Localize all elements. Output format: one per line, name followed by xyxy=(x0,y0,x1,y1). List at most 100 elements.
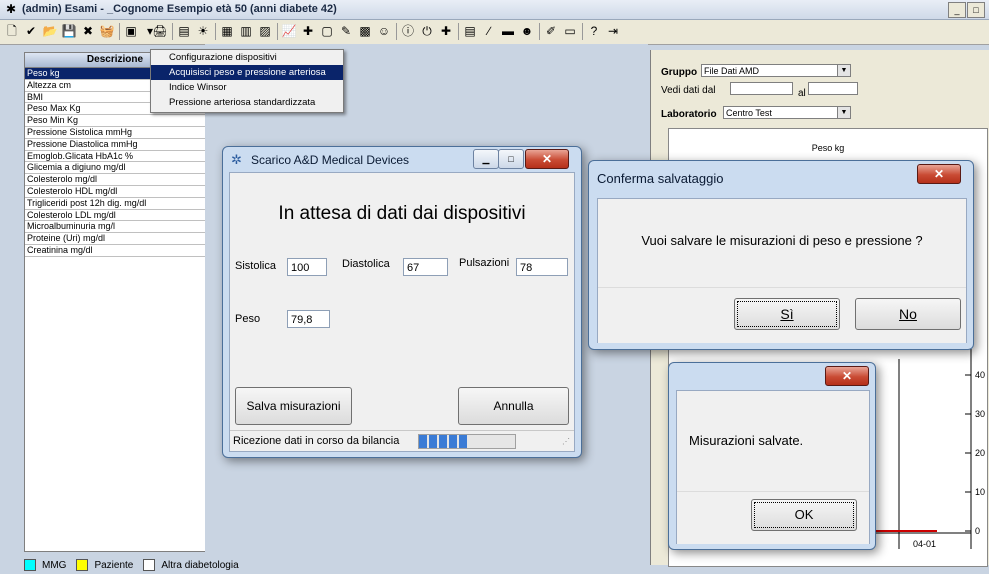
y-tick-label: 30 xyxy=(975,409,985,419)
maximize-button[interactable]: □ xyxy=(967,2,985,18)
monitor-icon[interactable]: ▭ xyxy=(562,23,578,39)
close-button[interactable]: ✕ xyxy=(525,149,569,169)
lightbulb-icon[interactable]: ☀ xyxy=(195,23,211,39)
exam-list-item[interactable]: Microalbuminuria mg/l xyxy=(25,221,205,234)
gruppo-value: File Dati AMD xyxy=(704,66,760,76)
sistolica-label: Sistolica xyxy=(235,260,276,272)
chevron-down-icon[interactable]: ▼ xyxy=(837,107,850,118)
check-icon[interactable]: ✔ xyxy=(23,23,39,39)
menu-item-acquire[interactable]: Acquisisci peso e pressione arteriosa xyxy=(151,65,343,80)
graph-icon[interactable]: 📈 xyxy=(281,23,297,39)
confirm-dialog: Conferma salvataggio ✕ Vuoi salvare le m… xyxy=(588,160,974,350)
chart-icon[interactable]: ▨ xyxy=(257,23,273,39)
maximize-button[interactable]: □ xyxy=(498,149,524,169)
card-icon[interactable]: ▤ xyxy=(462,23,478,39)
exam-list-panel: Descrizione Peso kg Altezza cm BMI Peso Max… xyxy=(24,52,206,552)
exam-list-item[interactable]: Trigliceridi post 12h dig. mg/dl xyxy=(25,198,205,210)
chevron-down-icon[interactable]: ▼ xyxy=(837,65,850,76)
print-icon[interactable]: 🖨 xyxy=(152,23,168,39)
exam-list-item[interactable]: Pressione Sistolica mmHg xyxy=(25,127,205,139)
exit-icon[interactable]: ⇥ xyxy=(605,23,621,39)
legend-mmg-label: MMG xyxy=(42,559,67,571)
exam-list-item[interactable]: Creatinina mg/dl xyxy=(25,245,205,257)
laboratorio-select[interactable]: Centro Test ▼ xyxy=(723,106,851,119)
menu-item-config[interactable]: Configurazione dispositivi xyxy=(151,50,343,65)
close-button[interactable]: ✕ xyxy=(917,164,961,184)
gruppo-select[interactable]: File Dati AMD ▼ xyxy=(701,64,851,77)
menu-item-pressure[interactable]: Pressione arteriosa standardizzata xyxy=(151,95,343,110)
no-button[interactable]: No xyxy=(855,298,961,330)
progress-bar xyxy=(418,434,516,449)
status-bar: Ricezione dati in corso da bilancia ⋰ xyxy=(230,430,574,452)
minimize-button[interactable]: _ xyxy=(948,2,966,18)
legend: MMG Paziente Altra diabetologia xyxy=(24,558,239,572)
date-to-input[interactable] xyxy=(808,82,858,95)
toolbar-separator xyxy=(119,23,120,40)
key-icon[interactable]: ✚ xyxy=(438,23,454,39)
devices-menu: Configurazione dispositivi Acquisisci pe… xyxy=(150,49,344,113)
exam-list-item[interactable]: Glicemia a digiuno mg/dl xyxy=(25,162,205,175)
toolbar-separator xyxy=(396,23,397,40)
confirm-dialog-title: Conferma salvataggio xyxy=(597,171,724,186)
line-icon[interactable]: ∕ xyxy=(481,23,497,39)
menu-item-winsor[interactable]: Indice Winsor xyxy=(151,80,343,95)
gruppo-label: Gruppo xyxy=(661,67,698,78)
y-tick-label: 10 xyxy=(975,487,985,497)
pulsazioni-field[interactable]: 78 xyxy=(516,258,568,276)
book-icon[interactable]: ▩ xyxy=(357,23,373,39)
sistolica-field[interactable]: 100 xyxy=(287,258,327,276)
exam-list-item[interactable]: Peso Min Kg xyxy=(25,115,205,127)
exam-list-item[interactable]: Colesterolo HDL mg/dl xyxy=(25,186,205,198)
open-icon[interactable]: 📂 xyxy=(42,23,58,39)
delete-icon[interactable]: ✖ xyxy=(80,23,96,39)
exam-list-item[interactable]: Proteine (Uri) mg/dl xyxy=(25,233,205,245)
toolbar-separator xyxy=(277,23,278,40)
image-icon[interactable]: ▦ xyxy=(219,23,235,39)
edit-icon[interactable]: ✐ xyxy=(543,23,559,39)
minimize-button[interactable]: ▁ xyxy=(473,149,499,169)
diastolica-field[interactable]: 67 xyxy=(403,258,448,276)
doc-icon[interactable]: ▥ xyxy=(238,23,254,39)
peso-label: Peso xyxy=(235,313,261,325)
confirm-message: Vuoi salvare le misurazioni di peso e pr… xyxy=(641,233,923,248)
toolbar-separator xyxy=(458,23,459,40)
devices-dialog-title: Scarico A&D Medical Devices xyxy=(251,153,410,167)
new-icon[interactable]: 🗋 xyxy=(4,23,20,39)
exam-list-item[interactable]: Pressione Diastolica mmHg xyxy=(25,139,205,151)
devices-heading: In attesa di dati dai dispositivi xyxy=(278,203,526,224)
help-icon[interactable]: ? xyxy=(586,23,602,39)
yes-button[interactable]: Sì xyxy=(734,298,840,330)
y-tick-label: 40 xyxy=(975,370,985,380)
resize-grip-icon[interactable]: ⋰ xyxy=(562,437,570,446)
save-icon[interactable]: 💾 xyxy=(61,23,77,39)
exam-list-item[interactable]: Colesterolo LDL mg/dl xyxy=(25,210,205,222)
info-icon[interactable]: ⓘ xyxy=(400,23,416,39)
exam-list-item[interactable]: Colesterolo mg/dl xyxy=(25,174,205,186)
tool-icon[interactable]: ✚ xyxy=(300,23,316,39)
laboratorio-label: Laboratorio xyxy=(661,109,717,120)
power-icon[interactable]: ⏻ xyxy=(419,23,435,39)
face-icon[interactable]: ☻ xyxy=(519,23,535,39)
list-icon[interactable]: ▤ xyxy=(176,23,192,39)
legend-swatch-mmg xyxy=(24,559,36,571)
legend-altra-label: Altra diabetologia xyxy=(161,559,239,571)
save-measurements-button[interactable]: Salva misurazioni xyxy=(235,387,352,425)
toolbar-separator xyxy=(215,23,216,40)
people-icon[interactable]: ☺ xyxy=(376,23,392,39)
toolbar-separator xyxy=(539,23,540,40)
progress-fill xyxy=(419,435,467,448)
peso-field[interactable]: 79,8 xyxy=(287,310,330,328)
ok-button[interactable]: OK xyxy=(751,499,857,531)
close-button[interactable]: ✕ xyxy=(825,366,869,386)
pen-icon[interactable]: ✎ xyxy=(338,23,354,39)
saved-dialog-body: Misurazioni salvate. OK xyxy=(676,390,870,544)
window-title: (admin) Esami - _Cognome Esempio età 50 … xyxy=(22,3,337,15)
cancel-button[interactable]: Annulla xyxy=(458,387,569,425)
toolbar: 🗋 ✔ 📂 💾 ✖ 🧺 ▣ ▾ 🖨 ▤ ☀ ▦ ▥ ▨ 📈 ✚ ▢ ✎ ▩ ☺ ⓘ ⏻ ✚ ▤ ∕ ▬ ☻ ✐ ▭? ⇥ xyxy=(0,20,989,45)
devices-icon[interactable]: ▣ xyxy=(123,23,139,39)
basket-icon[interactable]: 🧺 xyxy=(99,23,115,39)
flag-icon[interactable]: ▬ xyxy=(500,23,516,39)
exam-list-item[interactable]: Emoglob.Glicata HbA1c % xyxy=(25,151,205,163)
date-from-input[interactable] xyxy=(730,82,793,95)
note-icon[interactable]: ▢ xyxy=(319,23,335,39)
